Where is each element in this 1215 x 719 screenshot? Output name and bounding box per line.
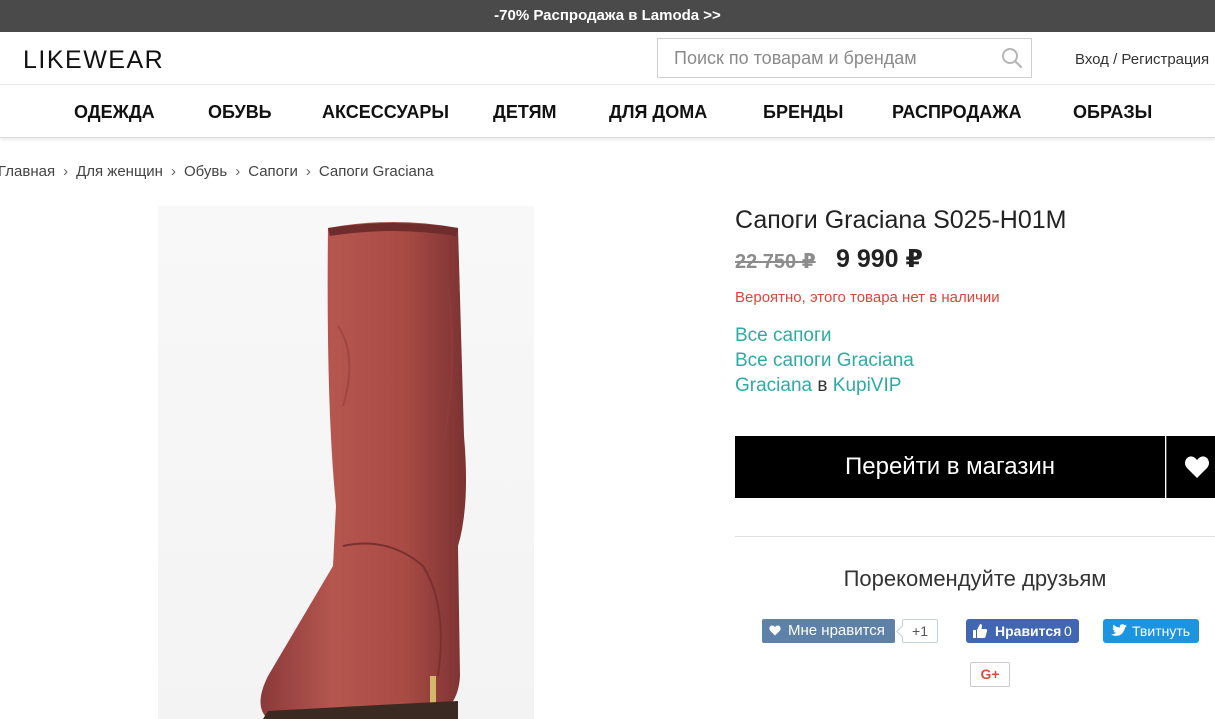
current-price: 9 990 ₽ [836, 245, 923, 273]
nav-item-sale[interactable]: РАСПРОДАЖА [892, 102, 1022, 123]
recommend-title: Порекомендуйте друзьям [843, 566, 1107, 591]
breadcrumb-home[interactable]: Главная [0, 163, 55, 180]
old-price: 22 750 ₽ [735, 251, 816, 273]
heart-icon [769, 625, 781, 636]
nav-item-looks[interactable]: ОБРАЗЫ [1073, 102, 1152, 123]
store-link[interactable]: KupiVIP [833, 375, 902, 396]
vk-like-count: +1 [902, 619, 938, 643]
tweet-button[interactable]: Твитнуть [1103, 619, 1199, 643]
product-title: Сапоги Graciana S025-H01M [735, 206, 1067, 234]
google-plus-button[interactable]: G+ [970, 662, 1010, 687]
vk-like-label: Мне нравится [788, 622, 885, 639]
site-logo[interactable]: LIKEWEAR [23, 46, 164, 75]
breadcrumb-separator: › [305, 163, 311, 180]
facebook-like-label: Нравится [995, 623, 1062, 639]
brand-link[interactable]: Graciana [735, 375, 812, 396]
nav-item-accessories[interactable]: АКСЕССУАРЫ [322, 102, 449, 123]
all-boots-link[interactable]: Все сапоги [735, 325, 831, 347]
facebook-like-button[interactable]: Нравится 0 [966, 619, 1079, 643]
divider [735, 536, 1215, 537]
main-nav: ОДЕЖДА ОБУВЬ АКСЕССУАРЫ ДЕТЯМ ДЛЯ ДОМА Б… [0, 86, 1215, 138]
search-box [657, 38, 1032, 78]
breadcrumb: Главная › Для женщин › Обувь › Сапоги › Сапоги G… [0, 163, 434, 180]
in-label: в [817, 375, 828, 396]
facebook-like-count: 0 [1064, 623, 1072, 639]
vk-like-button[interactable]: Мне нравится [762, 619, 895, 643]
breadcrumb-shoes[interactable]: Обувь [184, 163, 227, 180]
brand-in-store-line: Graciana в KupiVIP [735, 375, 901, 397]
stock-warning: Вероятно, этого товара нет в наличии [735, 289, 1000, 306]
search-icon[interactable] [1001, 47, 1023, 69]
tweet-label: Твитнуть [1132, 623, 1191, 639]
favorite-button[interactable] [1166, 436, 1215, 498]
heart-icon [1185, 456, 1209, 478]
breadcrumb-current: Сапоги Graciana [318, 163, 434, 180]
nav-item-clothing[interactable]: ОДЕЖДА [74, 102, 155, 123]
site-header: LIKEWEAR Вход / Регистрация [0, 32, 1215, 85]
promo-banner[interactable]: -70% Распродажа в Lamoda >> [0, 0, 1215, 32]
nav-item-kids[interactable]: ДЕТЯМ [493, 102, 557, 123]
breadcrumb-boots[interactable]: Сапоги [248, 163, 298, 180]
go-to-store-button[interactable]: Перейти в магазин [735, 436, 1165, 498]
breadcrumb-separator: › [170, 163, 176, 180]
login-register-link[interactable]: Вход / Регистрация [1075, 51, 1209, 68]
twitter-bird-icon [1111, 624, 1127, 636]
boot-image [260, 222, 466, 719]
nav-item-shoes[interactable]: ОБУВЬ [208, 102, 272, 123]
all-brand-boots-link[interactable]: Все сапоги Graciana [735, 350, 914, 372]
search-input[interactable] [658, 39, 978, 77]
breadcrumb-separator: › [235, 163, 241, 180]
breadcrumb-women[interactable]: Для женщин [76, 163, 163, 180]
thumbs-up-icon [973, 624, 988, 638]
nav-item-home[interactable]: ДЛЯ ДОМА [609, 102, 707, 123]
breadcrumb-separator: › [63, 163, 69, 180]
product-image[interactable] [158, 206, 534, 719]
nav-item-brands[interactable]: БРЕНДЫ [763, 102, 843, 123]
